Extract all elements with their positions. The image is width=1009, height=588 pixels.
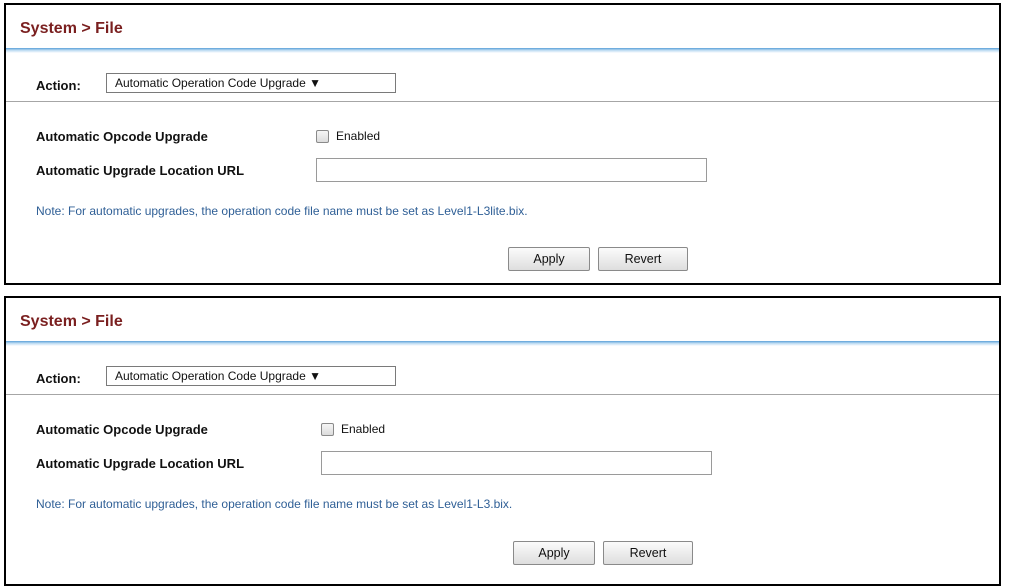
upgrade-url-input[interactable] xyxy=(321,451,712,475)
enabled-checkbox[interactable] xyxy=(316,130,329,143)
action-divider xyxy=(6,394,999,395)
opcode-upgrade-label: Automatic Opcode Upgrade xyxy=(36,422,208,437)
apply-button[interactable]: Apply xyxy=(513,541,595,565)
file-panel-2: System > File Action: Automatic Operatio… xyxy=(4,296,1001,586)
opcode-upgrade-label: Automatic Opcode Upgrade xyxy=(36,129,208,144)
action-select[interactable]: Automatic Operation Code Upgrade ▼ xyxy=(106,366,396,386)
enabled-checkbox[interactable] xyxy=(321,423,334,436)
page-title: System > File xyxy=(20,313,123,330)
file-panel-1: System > File Action: Automatic Operatio… xyxy=(4,3,1001,285)
action-label: Action: xyxy=(36,371,81,386)
revert-button[interactable]: Revert xyxy=(603,541,693,565)
action-select[interactable]: Automatic Operation Code Upgrade ▼ xyxy=(106,73,396,93)
apply-button[interactable]: Apply xyxy=(508,247,590,271)
action-divider xyxy=(6,101,999,102)
page-title: System > File xyxy=(20,20,123,37)
revert-button[interactable]: Revert xyxy=(598,247,688,271)
note-text: Note: For automatic upgrades, the operat… xyxy=(36,497,513,511)
upgrade-url-label: Automatic Upgrade Location URL xyxy=(36,163,245,178)
enabled-label: Enabled xyxy=(341,422,386,436)
enabled-label: Enabled xyxy=(336,129,381,143)
title-divider xyxy=(6,48,999,53)
note-text: Note: For automatic upgrades, the operat… xyxy=(36,204,528,218)
upgrade-url-label: Automatic Upgrade Location URL xyxy=(36,456,245,471)
action-label: Action: xyxy=(36,78,81,93)
title-divider xyxy=(6,341,999,346)
upgrade-url-input[interactable] xyxy=(316,158,707,182)
